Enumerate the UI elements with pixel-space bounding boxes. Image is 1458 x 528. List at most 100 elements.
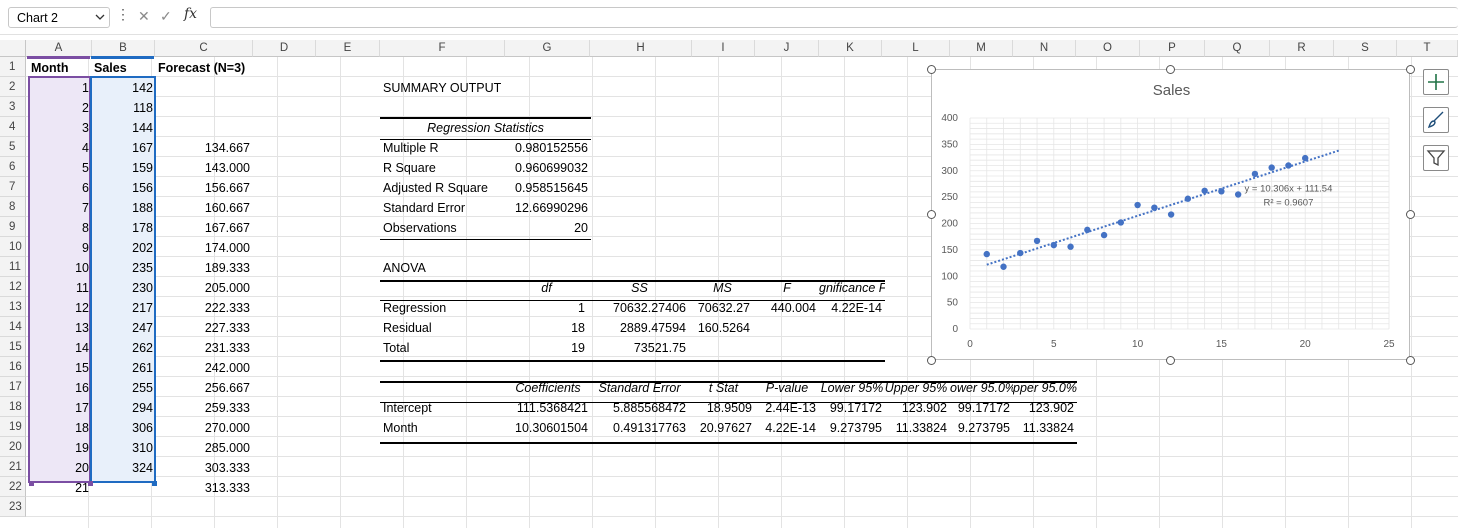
stat-label[interactable]: Adjusted R Square [383,178,488,198]
data-point[interactable] [1302,154,1309,162]
data-point[interactable] [1218,188,1225,195]
sales-header-cell[interactable]: Sales [94,58,127,78]
resize-handle[interactable] [1406,65,1415,74]
formula-input[interactable] [210,7,1458,28]
coef-value[interactable]: 99.17172 [819,398,882,418]
resize-handle[interactable] [1406,356,1415,365]
column-header[interactable]: C [155,40,253,57]
coef-value[interactable]: 123.902 [1013,398,1074,418]
data-point[interactable] [1167,211,1175,218]
forecast-cell[interactable]: 242.000 [155,358,250,378]
coef-value[interactable]: 5.885568472 [590,398,686,418]
trendline-equation[interactable]: y = 10.306x + 111.54 [1245,183,1333,194]
data-point[interactable] [1234,191,1242,198]
chevron-down-icon[interactable] [94,11,106,23]
column-header[interactable]: I [692,40,755,57]
row-header[interactable]: 4 [0,117,26,137]
anova-value[interactable] [755,318,816,338]
forecast-cell[interactable]: 134.667 [155,138,250,158]
row-header[interactable]: 23 [0,497,26,517]
data-point[interactable] [1184,195,1192,202]
month-range-handle[interactable] [88,481,93,486]
anova-row-label[interactable]: Total [383,338,409,358]
coef-header[interactable]: t Stat [692,378,755,398]
anova-value[interactable] [819,338,882,358]
stat-value[interactable]: 0.958515645 [505,178,588,198]
column-header[interactable]: O [1076,40,1140,57]
row-header[interactable]: 5 [0,137,26,157]
trendline-r-squared[interactable]: R² = 0.9607 [1263,197,1313,208]
forecast-cell[interactable]: 160.667 [155,198,250,218]
resize-handle[interactable] [927,210,936,219]
coef-value[interactable]: 9.273795 [950,418,1010,438]
coef-value[interactable]: 18.9509 [692,398,752,418]
forecast-cell[interactable]: 303.333 [155,458,250,478]
forecast-cell[interactable]: 205.000 [155,278,250,298]
row-header[interactable]: 12 [0,277,26,297]
data-point[interactable] [1017,249,1024,257]
column-header[interactable]: J [755,40,819,57]
anova-title[interactable]: ANOVA [383,258,426,278]
row-header[interactable]: 6 [0,157,26,177]
coef-value[interactable]: 111.5368421 [505,398,588,418]
forecast-cell[interactable]: 285.000 [155,438,250,458]
anova-value[interactable] [692,338,750,358]
forecast-cell[interactable]: 231.333 [155,338,250,358]
stat-label[interactable]: Standard Error [383,198,465,218]
anova-value[interactable]: 73521.75 [590,338,686,358]
forecast-cell[interactable] [155,118,250,138]
coef-header[interactable]: Lower 95% [819,378,885,398]
month-header-cell[interactable]: Month [31,58,68,78]
row-header[interactable]: 17 [0,377,26,397]
summary-title[interactable]: SUMMARY OUTPUT [383,78,501,98]
row-header[interactable]: 10 [0,237,26,257]
anova-value[interactable]: 18 [505,318,585,338]
stat-value[interactable]: 0.960699032 [505,158,588,178]
coef-header[interactable]: ower 95.0% [950,378,1013,398]
data-point[interactable] [1151,204,1158,211]
data-point[interactable] [1050,241,1057,249]
row-header[interactable]: 19 [0,417,26,437]
anova-value[interactable]: 70632.27406 [590,298,686,318]
coef-value[interactable]: 123.902 [882,398,947,418]
column-header[interactable]: M [950,40,1013,57]
stat-value[interactable]: 12.66990296 [505,198,588,218]
data-point[interactable] [1117,219,1125,226]
enter-icon[interactable]: ✓ [160,8,172,26]
stat-label[interactable]: Multiple R [383,138,439,158]
coef-value[interactable]: 9.273795 [819,418,882,438]
column-header[interactable]: E [316,40,380,57]
anova-value[interactable]: 4.22E-14 [819,298,882,318]
column-header[interactable]: B [92,40,155,57]
column-header[interactable]: D [253,40,316,57]
row-header[interactable]: 2 [0,77,26,97]
anova-row-label[interactable]: Regression [383,298,446,318]
row-header[interactable]: 1 [0,57,26,77]
coef-row-label[interactable]: Month [383,418,418,438]
resize-handle[interactable] [1166,65,1175,74]
chart-styles-button[interactable] [1423,107,1449,133]
forecast-header-cell[interactable]: Forecast (N=3) [158,58,245,78]
row-header[interactable]: 11 [0,257,26,277]
anova-value[interactable]: 19 [505,338,585,358]
data-point[interactable] [1268,164,1275,171]
forecast-cell[interactable]: 259.333 [155,398,250,418]
data-point[interactable] [983,250,990,258]
coef-header[interactable]: P-value [755,378,819,398]
row-header[interactable]: 18 [0,397,26,417]
row-header[interactable]: 15 [0,337,26,357]
row-header[interactable]: 13 [0,297,26,317]
data-point[interactable] [1251,170,1259,178]
coef-value[interactable]: 99.17172 [950,398,1010,418]
coef-value[interactable]: 11.33824 [1013,418,1074,438]
forecast-cell[interactable]: 313.333 [155,478,250,498]
insert-function-icon[interactable]: fx [184,6,197,24]
column-header[interactable]: N [1013,40,1076,57]
forecast-cell[interactable]: 156.667 [155,178,250,198]
coef-value[interactable]: 2.44E-13 [755,398,816,418]
coef-value[interactable]: 11.33824 [882,418,947,438]
anova-value[interactable]: 70632.27 [692,298,750,318]
coef-header[interactable]: pper 95.0% [1013,378,1077,398]
row-header[interactable]: 22 [0,477,26,497]
column-header[interactable]: H [590,40,692,57]
